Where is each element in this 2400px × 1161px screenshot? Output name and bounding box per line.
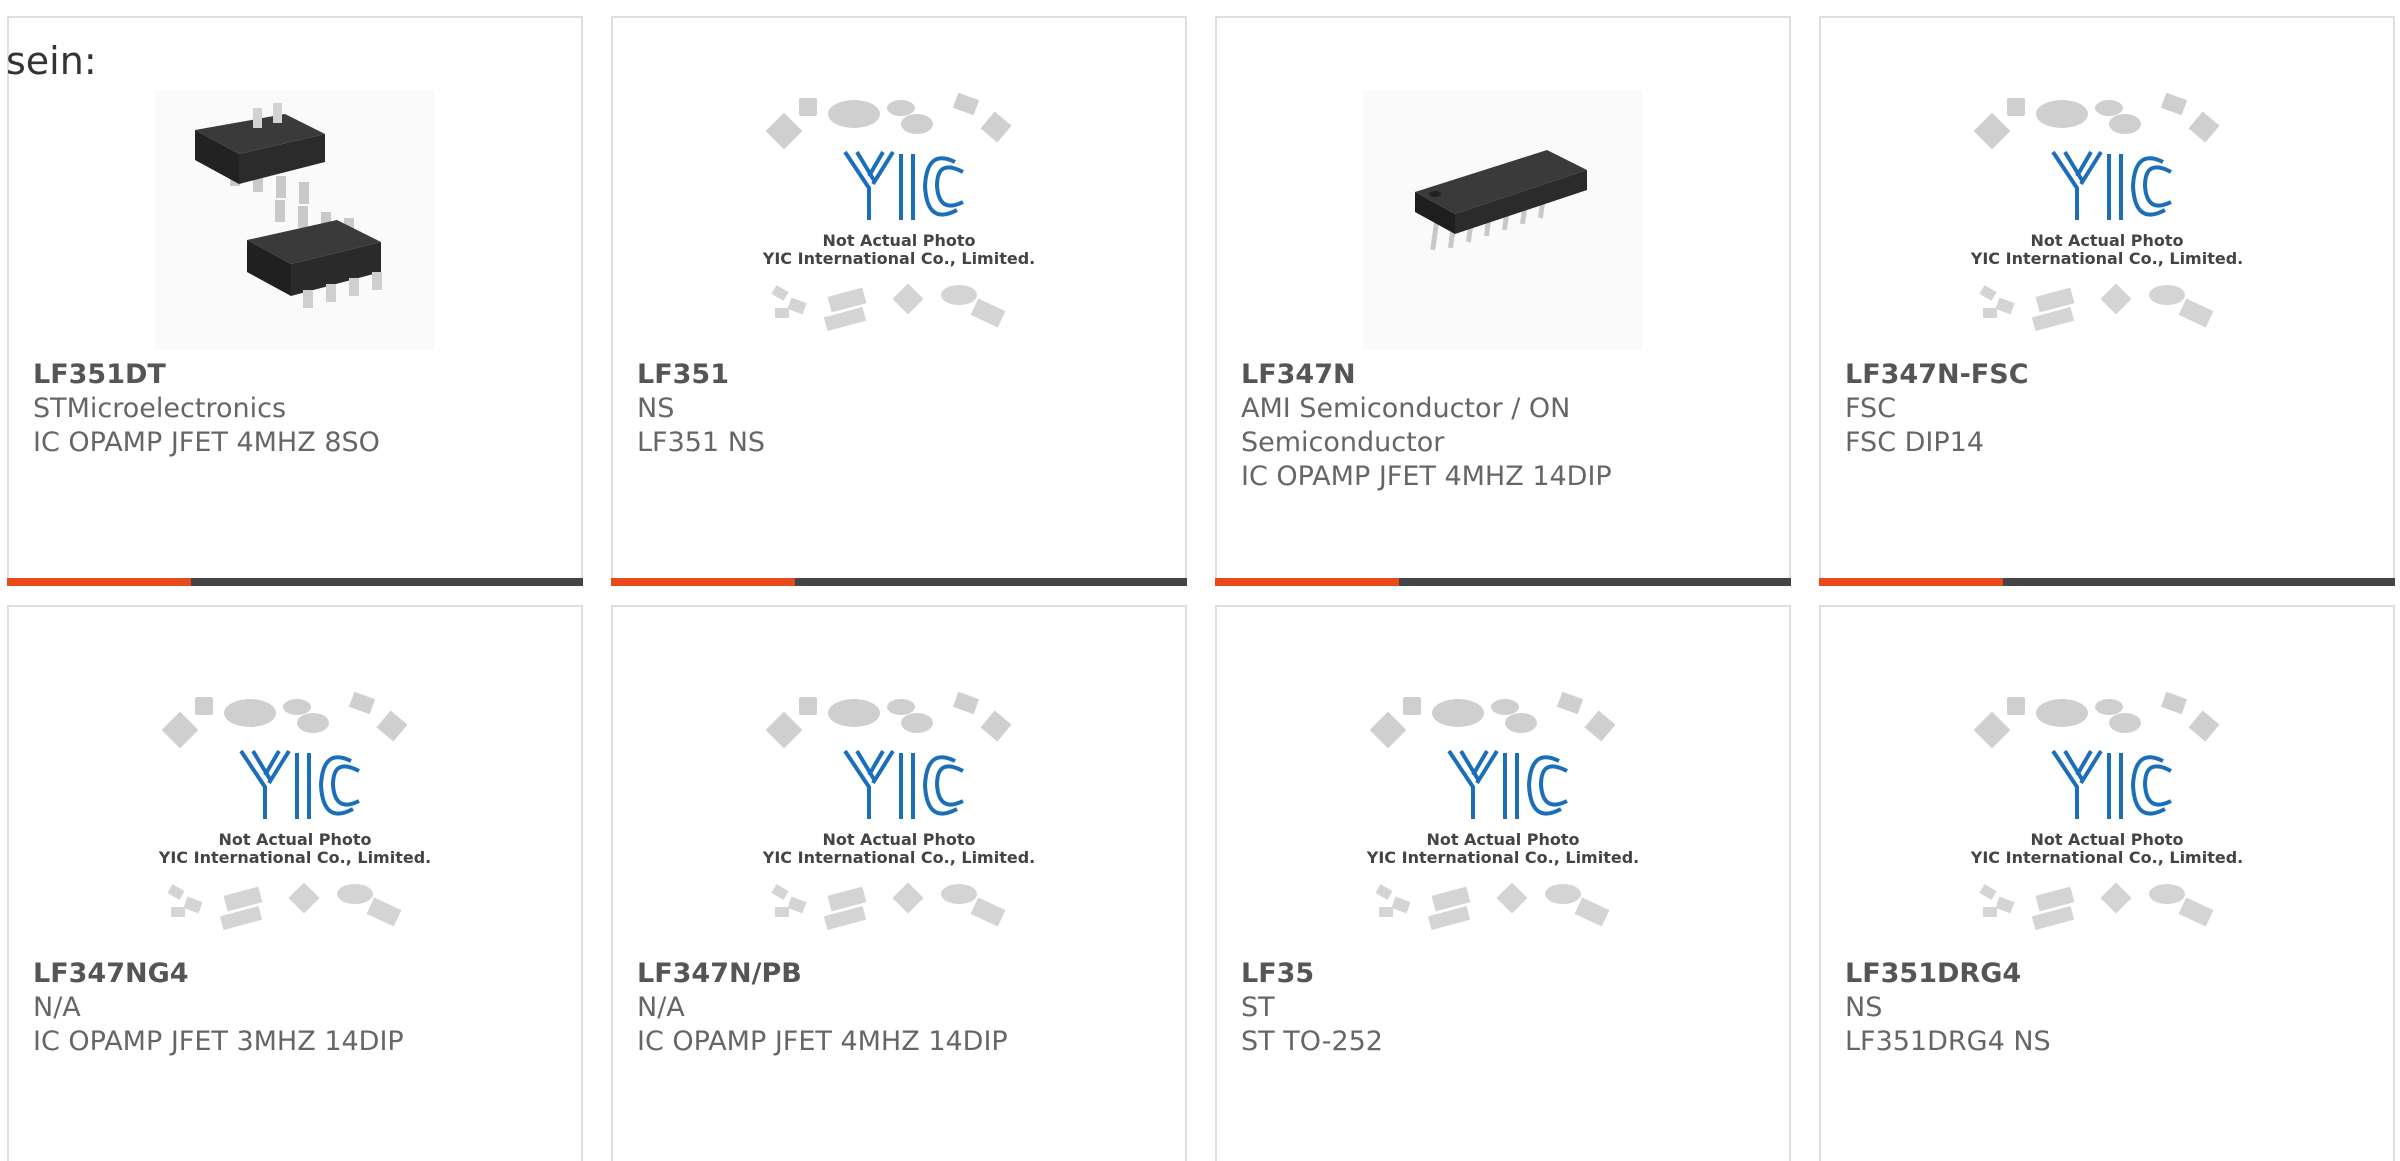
dip-14-chip-icon	[1363, 90, 1643, 350]
product-card[interactable]: LF351DT STMicroelectronics IC OPAMP JFET…	[7, 16, 583, 586]
product-card[interactable]: Not Actual Photo YIC International Co., …	[611, 605, 1187, 1161]
part-number-link[interactable]: LF351	[637, 358, 1165, 392]
product-card[interactable]: Not Actual Photo YIC International Co., …	[1819, 16, 2395, 586]
description: IC OPAMP JFET 3MHZ 14DIP	[33, 1026, 404, 1057]
manufacturer: N/A	[637, 992, 685, 1023]
part-number-link[interactable]: LF351DRG4	[1845, 957, 2373, 991]
manufacturer: ST	[1241, 992, 1275, 1023]
product-info: LF347NG4 N/A IC OPAMP JFET 3MHZ 14DIP	[33, 957, 561, 1059]
product-grid-page: sein: LF351DT STMicroelectronics IC OPAM…	[0, 0, 2400, 1161]
part-number-link[interactable]: LF347N/PB	[637, 957, 1165, 991]
description: IC OPAMP JFET 4MHZ 14DIP	[637, 1026, 1008, 1057]
part-number-link[interactable]: LF35	[1241, 957, 1769, 991]
placeholder-line1: Not Actual Photo	[2030, 830, 2183, 849]
product-card[interactable]: Not Actual Photo YIC International Co., …	[1215, 605, 1791, 1161]
placeholder-line1: Not Actual Photo	[822, 830, 975, 849]
manufacturer: NS	[1845, 992, 1883, 1023]
part-number-link[interactable]: LF347N	[1241, 358, 1769, 392]
intro-text: sein:	[6, 39, 97, 83]
soic-8-chip-icon	[155, 90, 435, 350]
manufacturer: STMicroelectronics	[33, 393, 287, 424]
product-info: LF351DT STMicroelectronics IC OPAMP JFET…	[33, 358, 561, 460]
description: FSC DIP14	[1845, 427, 1985, 458]
accent-bar	[1819, 578, 2003, 586]
placeholder-line2: YIC International Co., Limited.	[1970, 249, 2243, 268]
placeholder-image: Not Actual Photo YIC International Co., …	[1967, 90, 2247, 350]
accent-bar	[7, 578, 191, 586]
placeholder-line2: YIC International Co., Limited.	[1970, 848, 2243, 867]
description: LF351DRG4 NS	[1845, 1026, 2051, 1057]
product-card[interactable]: Not Actual Photo YIC International Co., …	[7, 605, 583, 1161]
manufacturer: FSC	[1845, 393, 1897, 424]
card-footer-bar	[611, 578, 1187, 586]
description: IC OPAMP JFET 4MHZ 14DIP	[1241, 461, 1612, 492]
description: ST TO-252	[1241, 1026, 1383, 1057]
part-number-link[interactable]: LF347NG4	[33, 957, 561, 991]
product-info: LF351DRG4 NS LF351DRG4 NS	[1845, 957, 2373, 1059]
product-card[interactable]: LF347N AMI Semiconductor / ON Semiconduc…	[1215, 16, 1791, 586]
placeholder-line1: Not Actual Photo	[822, 231, 975, 250]
placeholder-line2: YIC International Co., Limited.	[158, 848, 431, 867]
placeholder-image: Not Actual Photo YIC International Co., …	[1967, 689, 2247, 949]
card-footer-bar	[7, 578, 583, 586]
placeholder-image: Not Actual Photo YIC International Co., …	[155, 689, 435, 949]
manufacturer: AMI Semiconductor / ON Semiconductor	[1241, 393, 1571, 458]
card-footer-bar	[1215, 578, 1791, 586]
description: IC OPAMP JFET 4MHZ 8SO	[33, 427, 380, 458]
accent-bar	[1215, 578, 1399, 586]
part-number-link[interactable]: LF351DT	[33, 358, 561, 392]
placeholder-image: Not Actual Photo YIC International Co., …	[759, 90, 1039, 350]
product-info: LF347N AMI Semiconductor / ON Semiconduc…	[1241, 358, 1769, 494]
product-grid: LF351DT STMicroelectronics IC OPAMP JFET…	[7, 16, 2400, 1161]
accent-bar	[611, 578, 795, 586]
description: LF351 NS	[637, 427, 766, 458]
product-info: LF347N/PB N/A IC OPAMP JFET 4MHZ 14DIP	[637, 957, 1165, 1059]
product-card[interactable]: Not Actual Photo YIC International Co., …	[611, 16, 1187, 586]
placeholder-line1: Not Actual Photo	[1426, 830, 1579, 849]
placeholder-line1: Not Actual Photo	[218, 830, 371, 849]
placeholder-line1: Not Actual Photo	[2030, 231, 2183, 250]
product-info: LF351 NS LF351 NS	[637, 358, 1165, 460]
placeholder-image: Not Actual Photo YIC International Co., …	[1363, 689, 1643, 949]
placeholder-line2: YIC International Co., Limited.	[762, 848, 1035, 867]
placeholder-image: Not Actual Photo YIC International Co., …	[759, 689, 1039, 949]
product-info: LF35 ST ST TO-252	[1241, 957, 1769, 1059]
product-card[interactable]: Not Actual Photo YIC International Co., …	[1819, 605, 2395, 1161]
manufacturer: N/A	[33, 992, 81, 1023]
placeholder-line2: YIC International Co., Limited.	[1366, 848, 1639, 867]
placeholder-line2: YIC International Co., Limited.	[762, 249, 1035, 268]
card-footer-bar	[1819, 578, 2395, 586]
part-number-link[interactable]: LF347N-FSC	[1845, 358, 2373, 392]
manufacturer: NS	[637, 393, 675, 424]
product-info: LF347N-FSC FSC FSC DIP14	[1845, 358, 2373, 460]
